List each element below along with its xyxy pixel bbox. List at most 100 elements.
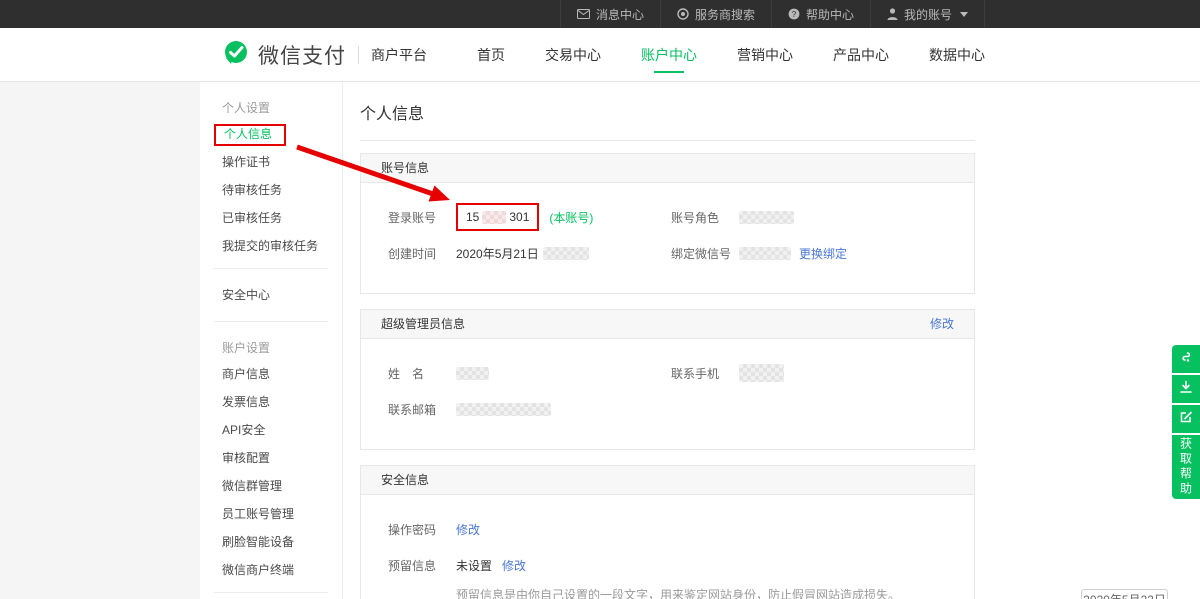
brand-name: 微信支付: [258, 40, 346, 70]
super-admin-card-body: 姓 名 联系手机 联系邮箱: [361, 339, 974, 449]
topbar-item-my-account[interactable]: 我的账号: [870, 0, 985, 28]
password-edit-link[interactable]: 修改: [456, 521, 480, 538]
admin-edit-link[interactable]: 修改: [930, 315, 954, 332]
edit-icon: [1179, 410, 1193, 429]
account-role-label: 账号角色: [671, 209, 739, 226]
sidebar-divider: [214, 321, 328, 322]
sidebar-item-review-config[interactable]: 审核配置: [200, 444, 342, 472]
topbar-item-help-center[interactable]: ? 帮助中心: [771, 0, 870, 28]
nav-item-data-center[interactable]: 数据中心: [929, 28, 985, 82]
mail-icon: [577, 9, 590, 19]
field-row: 姓 名 联系手机: [361, 359, 974, 387]
sidebar-divider: [214, 592, 328, 593]
rebind-link[interactable]: 更换绑定: [799, 245, 847, 262]
topbar-item-label: 服务商搜索: [695, 6, 755, 23]
login-account-redacted: [482, 211, 506, 224]
nav-item-marketing-center[interactable]: 营销中心: [737, 28, 793, 82]
sidebar-item-personal-info[interactable]: 个人信息: [200, 120, 342, 148]
sidebar: 个人设置 个人信息 操作证书 待审核任务 已审核任务 我提交的审核任务 安全中心…: [200, 82, 343, 599]
title-divider: [360, 140, 975, 141]
link-icon: [1179, 350, 1193, 369]
security-info-card-header: 安全信息: [361, 466, 974, 495]
sidebar-item-wechat-group-management[interactable]: 微信群管理: [200, 472, 342, 500]
wechat-pay-logo-icon: [222, 39, 250, 72]
login-account-label: 登录账号: [388, 209, 456, 226]
sidebar-item-my-submitted-tasks[interactable]: 我提交的审核任务: [200, 232, 342, 260]
date-tooltip: 2020年5月22日: [1081, 589, 1168, 599]
nav-item-account-center[interactable]: 账户中心: [641, 28, 697, 82]
brand-divider: [358, 46, 359, 64]
sidebar-item-invoice-info[interactable]: 发票信息: [200, 388, 342, 416]
security-info-card-body: 操作密码 修改 预留信息 未设置 修改 预留信息是由你自己设置的一段文字，用来鉴…: [361, 495, 974, 599]
current-account-tag: (本账号): [549, 209, 593, 226]
main-content: 个人信息 账号信息 登录账号 15 301 (本账号): [360, 82, 975, 599]
bound-wechat-redacted: [739, 247, 791, 260]
topbar-item-provider-search[interactable]: 服务商搜索: [660, 0, 771, 28]
super-admin-card-header: 超级管理员信息 修改: [361, 310, 974, 339]
topbar-item-label: 消息中心: [596, 6, 644, 23]
topbar-item-label: 帮助中心: [806, 6, 854, 23]
left-gutter: [0, 82, 200, 599]
account-role-redacted: [739, 211, 794, 224]
contact-phone-label: 联系手机: [671, 365, 739, 382]
float-help-widget: 获取帮助: [1172, 345, 1200, 499]
sidebar-item-api-security[interactable]: API安全: [200, 416, 342, 444]
sidebar-item-staff-account-management[interactable]: 员工账号管理: [200, 500, 342, 528]
nav-item-product-center[interactable]: 产品中心: [833, 28, 889, 82]
reserve-edit-link[interactable]: 修改: [502, 557, 526, 574]
reserve-info-status: 未设置: [456, 557, 492, 574]
user-icon: [887, 8, 898, 20]
security-info-card: 安全信息 操作密码 修改 预留信息 未设置 修改 预留信息是由你自己设置的一段文…: [360, 465, 975, 599]
sidebar-item-face-smart-device[interactable]: 刷脸智能设备: [200, 528, 342, 556]
field-row: 创建时间 2020年5月21日 绑定微信号 更换绑定: [361, 239, 974, 267]
sidebar-item-pending-review-tasks[interactable]: 待审核任务: [200, 176, 342, 204]
contact-phone-redacted: [739, 364, 784, 382]
download-icon: [1179, 380, 1193, 399]
account-info-card: 账号信息 登录账号 15 301 (本账号) 账号角色: [360, 153, 975, 294]
brand[interactable]: 微信支付 商户平台: [222, 28, 427, 82]
sidebar-group-account-settings: 账户设置: [200, 336, 342, 360]
sidebar-item-security-center[interactable]: 安全中心: [200, 281, 342, 309]
search-icon: [677, 8, 689, 20]
super-admin-card: 超级管理员信息 修改 姓 名 联系手机 联系邮箱: [360, 309, 975, 450]
sidebar-divider: [214, 268, 328, 269]
card-title: 账号信息: [381, 159, 429, 176]
card-title: 超级管理员信息: [381, 315, 465, 332]
annotation-red-box-sidebar: 个人信息: [214, 124, 286, 146]
topbar: 消息中心 服务商搜索 ? 帮助中心 我的账号: [0, 0, 1200, 28]
card-title: 安全信息: [381, 471, 429, 488]
field-row: 联系邮箱: [361, 395, 974, 423]
caret-down-icon: [960, 12, 968, 17]
contact-email-label: 联系邮箱: [388, 401, 456, 418]
field-row: 操作密码 修改: [361, 515, 974, 543]
sidebar-item-wechat-merchant-terminal[interactable]: 微信商户终端: [200, 556, 342, 584]
admin-name-redacted: [456, 367, 489, 380]
bound-wechat-label: 绑定微信号: [671, 245, 739, 262]
reserve-info-label: 预留信息: [388, 557, 456, 574]
sidebar-item-operation-certificate[interactable]: 操作证书: [200, 148, 342, 176]
login-account-prefix: 15: [466, 210, 479, 224]
annotation-red-box-login-account: 15 301: [456, 203, 539, 231]
sidebar-group-personal-settings: 个人设置: [200, 96, 342, 120]
nav-item-transaction-center[interactable]: 交易中心: [545, 28, 601, 82]
float-download-button[interactable]: [1172, 375, 1200, 403]
brand-platform: 商户平台: [371, 45, 427, 65]
sidebar-item-merchant-info[interactable]: 商户信息: [200, 360, 342, 388]
float-link-button[interactable]: [1172, 345, 1200, 373]
sidebar-item-reviewed-tasks[interactable]: 已审核任务: [200, 204, 342, 232]
page-title: 个人信息: [360, 100, 975, 124]
get-help-button[interactable]: 获取帮助: [1172, 435, 1200, 499]
reserve-info-note: 预留信息是由你自己设置的一段文字，用来鉴定网站身份，防止假冒网站造成损失。 配置…: [456, 587, 974, 599]
contact-email-redacted: [456, 403, 551, 416]
account-info-card-body: 登录账号 15 301 (本账号) 账号角色: [361, 183, 974, 293]
float-feedback-button[interactable]: [1172, 405, 1200, 433]
svg-text:?: ?: [792, 10, 797, 19]
topbar-item-label: 我的账号: [904, 6, 952, 23]
admin-name-label: 姓 名: [388, 365, 456, 382]
operation-password-label: 操作密码: [388, 521, 456, 538]
topbar-item-messages[interactable]: 消息中心: [560, 0, 660, 28]
created-time-redacted: [543, 247, 589, 260]
field-row: 预留信息 未设置 修改: [361, 551, 974, 579]
field-row: 登录账号 15 301 (本账号) 账号角色: [361, 203, 974, 231]
nav-item-home[interactable]: 首页: [477, 28, 505, 82]
